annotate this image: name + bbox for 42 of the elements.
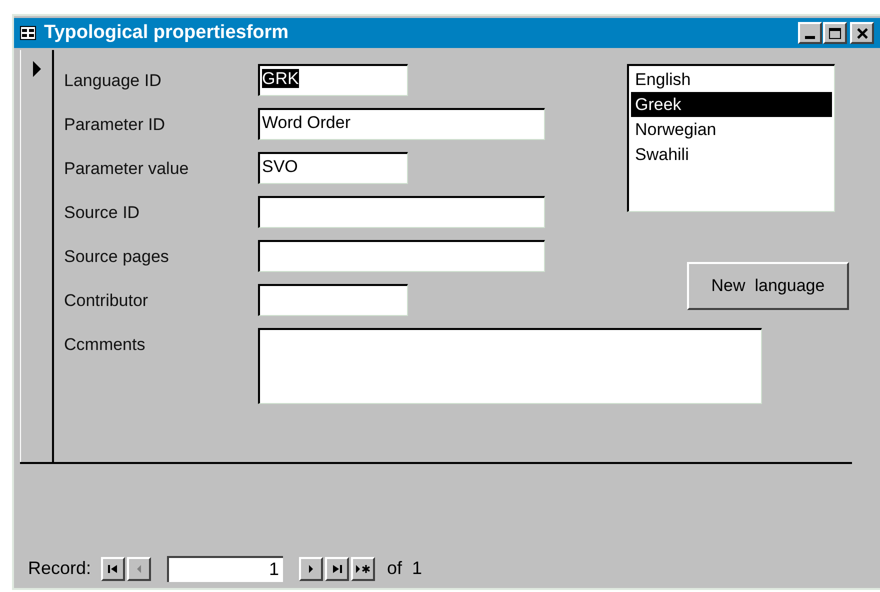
text-field[interactable]: GRK <box>258 64 408 96</box>
next-record-button[interactable] <box>299 556 324 580</box>
minimize-icon <box>805 36 815 39</box>
language-list-item[interactable]: Norwegian <box>631 117 832 142</box>
text-field[interactable] <box>258 196 545 228</box>
record-number-field[interactable]: 1 <box>167 556 284 582</box>
field-value: Word Order <box>262 113 350 132</box>
new-record-button[interactable] <box>351 556 376 580</box>
field-label: Parameter value <box>64 158 190 180</box>
minimize-button[interactable] <box>798 22 822 44</box>
close-icon <box>856 28 868 38</box>
first-record-button[interactable] <box>101 556 126 580</box>
record-label: Record: <box>28 557 92 580</box>
field-value: GRK <box>262 69 299 88</box>
last-record-button[interactable] <box>325 556 350 580</box>
text-field[interactable] <box>258 284 408 316</box>
first-record-icon <box>107 564 120 574</box>
field-label: Ccmments <box>64 334 146 356</box>
next-record-icon <box>308 564 314 574</box>
new-language-button[interactable]: New language <box>687 262 849 310</box>
form-icon <box>20 26 36 40</box>
text-field[interactable]: Word Order <box>258 108 545 140</box>
text-field[interactable] <box>258 240 545 272</box>
language-list-item[interactable]: Swahili <box>631 142 832 167</box>
maximize-icon <box>829 28 841 38</box>
close-button[interactable] <box>850 22 874 44</box>
comments-field[interactable] <box>258 328 762 404</box>
maximize-button[interactable] <box>823 22 847 44</box>
field-label: Source pages <box>64 246 170 268</box>
field-label: Language ID <box>64 70 162 92</box>
field-label: Parameter ID <box>64 114 166 136</box>
record-count: of 1 <box>387 557 422 580</box>
last-record-icon <box>331 564 344 574</box>
language-list-item[interactable]: English <box>631 67 832 92</box>
window-title: Typological propertiesform <box>44 20 290 45</box>
field-label: Source ID <box>64 202 141 224</box>
text-field[interactable]: SVO <box>258 152 408 184</box>
field-label: Contributor <box>64 290 150 312</box>
language-list-item[interactable]: Greek <box>631 92 832 117</box>
previous-record-icon <box>136 564 142 574</box>
field-value: SVO <box>262 157 298 176</box>
new-record-icon <box>355 564 372 574</box>
